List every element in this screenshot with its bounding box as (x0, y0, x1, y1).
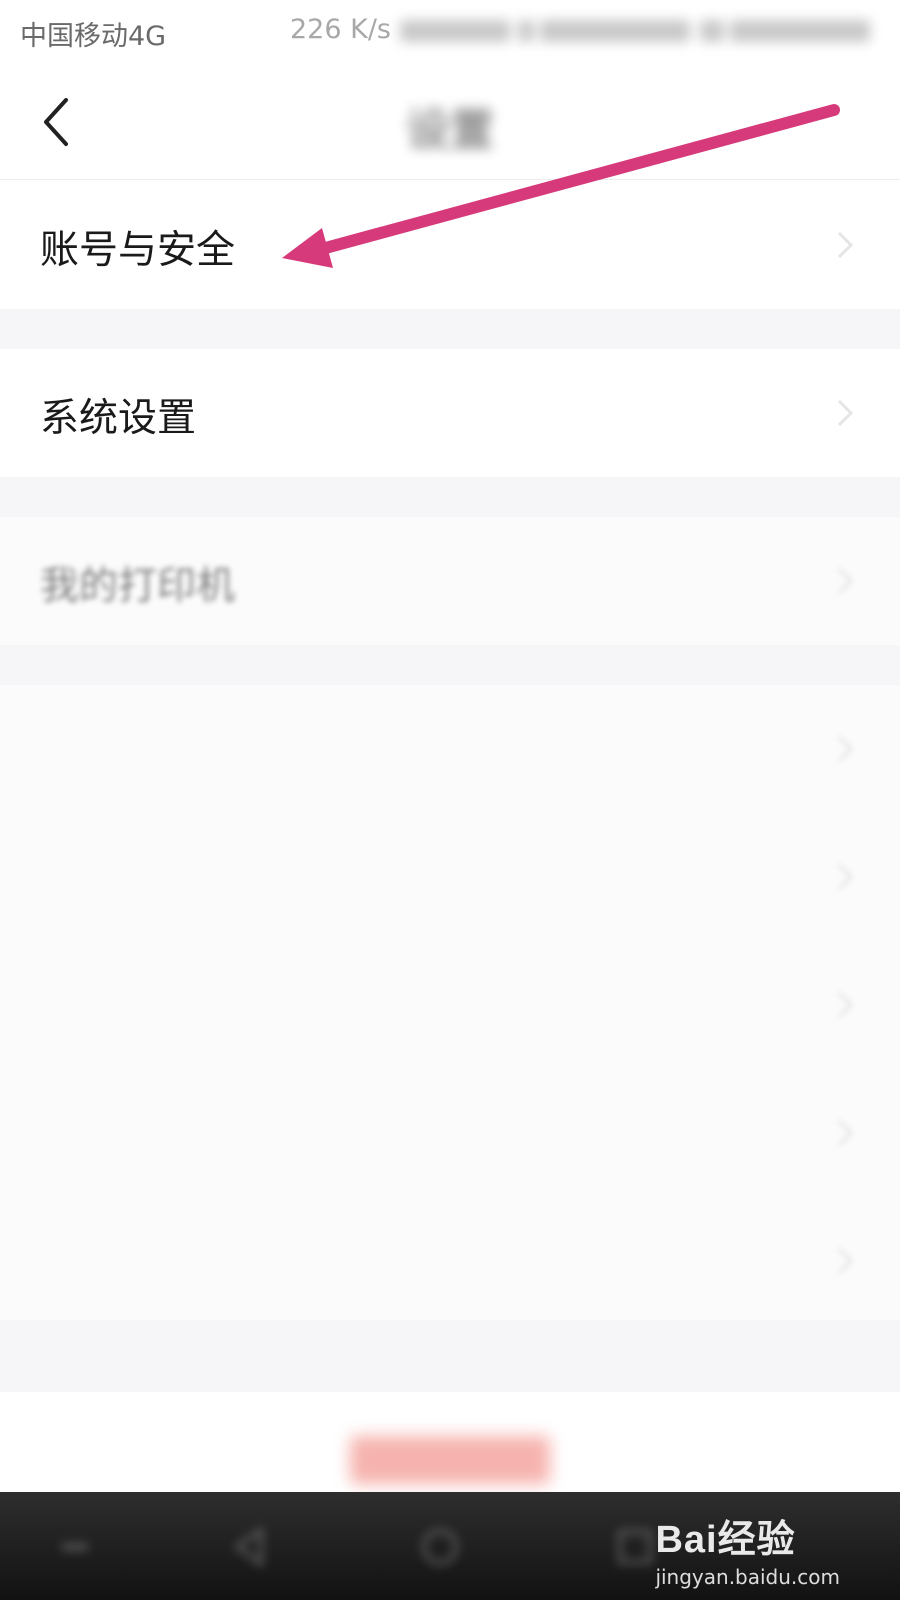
section-divider (0, 1320, 900, 1392)
section-divider (0, 309, 900, 349)
chevron-right-icon (837, 991, 854, 1019)
chevron-right-icon (837, 735, 854, 763)
logout-area (0, 1392, 900, 1492)
settings-item-label: 账号与安全 (40, 228, 236, 273)
chevron-right-icon (837, 863, 854, 891)
chevron-right-icon (837, 1247, 854, 1275)
settings-item-system[interactable]: 系统设置 (0, 349, 900, 477)
menu-icon[interactable] (50, 1522, 100, 1572)
watermark-brand: Bai经验 (655, 1519, 796, 1561)
settings-item-account-security[interactable]: 账号与安全 (0, 181, 900, 309)
recents-nav-icon[interactable] (610, 1522, 660, 1572)
logout-button[interactable] (350, 1436, 550, 1484)
settings-item-blurred-4[interactable] (0, 1069, 900, 1197)
settings-item-label: 系统设置 (40, 396, 197, 441)
net-speed-label: 226 K/s (290, 14, 391, 45)
section-divider (0, 645, 900, 685)
page-title: 设置 (406, 105, 494, 156)
watermark: Bai经验 jingyan.baidu.com (655, 1508, 840, 1589)
chevron-right-icon (837, 399, 854, 427)
watermark-url: jingyan.baidu.com (655, 1565, 840, 1589)
settings-item-blurred-2[interactable] (0, 813, 900, 941)
settings-list: 账号与安全 系统设置 我的打印机 (0, 181, 900, 1325)
settings-item-printer[interactable]: 我的打印机 (0, 517, 900, 645)
chevron-right-icon (837, 231, 854, 259)
home-nav-icon[interactable] (415, 1522, 465, 1572)
back-nav-icon[interactable] (225, 1522, 275, 1572)
chevron-right-icon (837, 1119, 854, 1147)
top-nav-bar: 设置 (0, 64, 900, 180)
settings-item-blurred-3[interactable] (0, 941, 900, 1069)
carrier-label: 中国移动4G (20, 21, 167, 52)
chevron-right-icon (837, 567, 854, 595)
settings-item-blurred-5[interactable] (0, 1197, 900, 1325)
settings-item-label: 我的打印机 (40, 564, 236, 609)
status-bar: 中国移动4G 226 K/s (0, 0, 900, 64)
settings-item-blurred-1[interactable] (0, 685, 900, 813)
section-divider (0, 477, 900, 517)
status-icons-blurred (400, 16, 880, 46)
